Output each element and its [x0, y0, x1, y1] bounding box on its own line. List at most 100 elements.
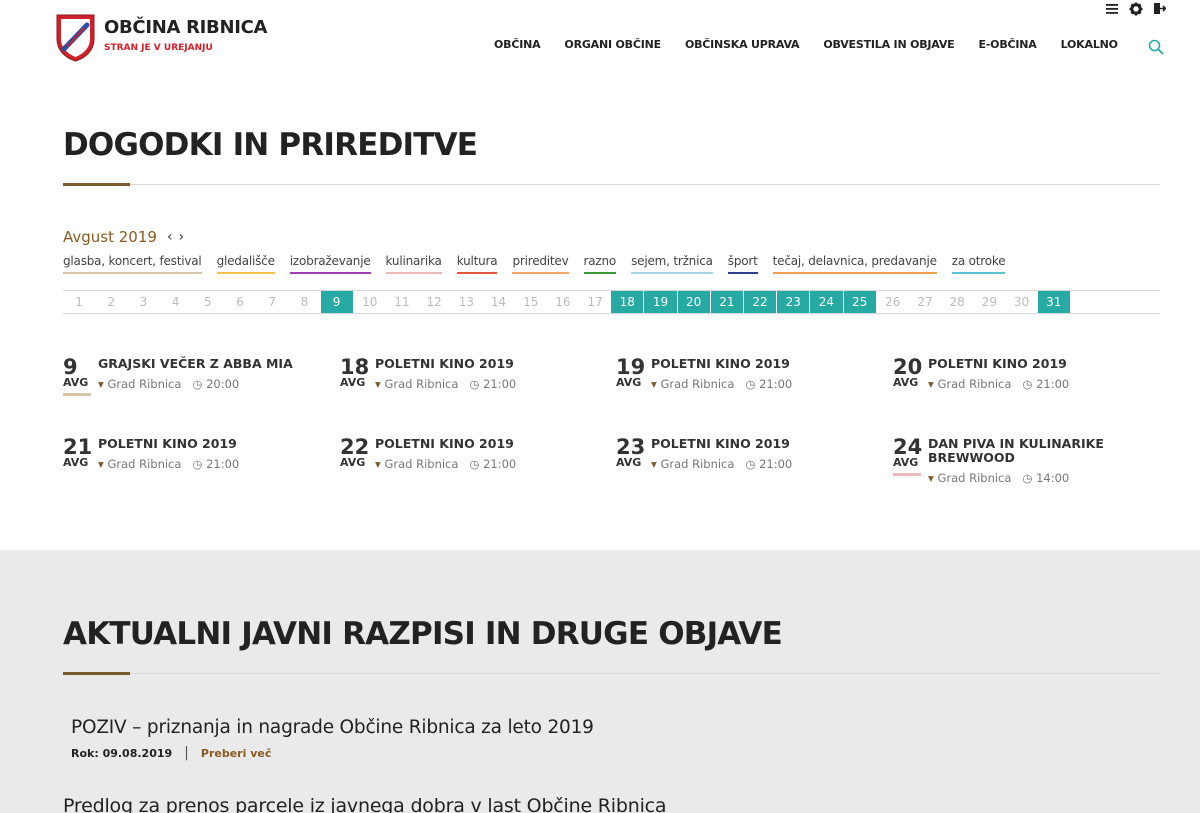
calendar-day: 16 — [555, 295, 571, 309]
event-meta: ▾ Grad Ribnica ◷ 20:00 — [98, 377, 239, 391]
event-title[interactable]: POLETNI KINO 2019 — [98, 437, 318, 451]
coat-of-arms-logo[interactable] — [55, 13, 96, 63]
category-filter[interactable]: za otroke — [951, 254, 1006, 274]
calendar-day[interactable]: 24 — [810, 291, 843, 313]
event-day: 9 — [63, 355, 78, 379]
clock-icon: ◷ — [745, 377, 756, 391]
calendar-day[interactable]: 19 — [644, 291, 677, 313]
calendar-day[interactable]: 21 — [710, 291, 743, 313]
category-filter[interactable]: kulinarika — [385, 254, 442, 274]
category-filter[interactable]: izobraževanje — [289, 254, 371, 274]
map-pin-icon: ▾ — [651, 457, 657, 471]
title-accent-bar — [63, 672, 130, 675]
calendar-day: 12 — [426, 295, 442, 309]
calendar-day[interactable]: 9 — [320, 291, 353, 313]
event-place: Grad Ribnica — [937, 377, 1012, 391]
chevron-left-icon[interactable]: ‹ — [167, 229, 173, 245]
category-filter[interactable]: šport — [727, 254, 758, 274]
category-filter[interactable]: glasba, koncert, festival — [63, 254, 202, 274]
event-date: 24 AVG — [893, 437, 923, 476]
event-meta: ▾ Grad Ribnica ◷ 21:00 — [651, 377, 792, 391]
event-meta: ▾ Grad Ribnica ◷ 21:00 — [375, 457, 516, 471]
calendar-day[interactable]: 25 — [843, 291, 876, 313]
category-filter[interactable]: sejem, tržnica — [631, 254, 713, 274]
calendar-day[interactable]: 18 — [611, 291, 644, 313]
current-month: Avgust 2019 — [63, 228, 157, 246]
clock-icon: ◷ — [469, 377, 480, 391]
category-filter[interactable]: razno — [583, 254, 616, 274]
event-time: 21:00 — [759, 457, 793, 471]
calendar-day: 13 — [458, 295, 474, 309]
event-time: 14:00 — [1036, 471, 1070, 485]
calendar-day: 8 — [300, 295, 309, 309]
clock-icon: ◷ — [1022, 377, 1033, 391]
category-color-bar — [893, 473, 921, 476]
category-filters: glasba, koncert, festival gledališče izobr… — [63, 254, 1006, 274]
event-day: 24 — [893, 435, 923, 459]
calendar-day[interactable]: 22 — [743, 291, 777, 313]
nav-obcinska-uprava[interactable]: OBČINSKA UPRAVA — [673, 38, 811, 51]
category-filter[interactable]: prireditev — [512, 254, 569, 274]
category-color-bar — [63, 393, 91, 396]
notices-section — [0, 550, 1200, 813]
event-title[interactable]: DAN PIVA IN KULINARIKE BREWWOOD — [928, 437, 1148, 465]
read-more-link[interactable]: Preberi več — [201, 747, 271, 760]
event-day: 18 — [340, 355, 370, 379]
calendar-day[interactable]: 31 — [1037, 291, 1070, 313]
map-pin-icon: ▾ — [651, 377, 657, 391]
post-title-link[interactable]: Predlog za prenos parcele iz javnega dob… — [63, 795, 667, 813]
event-place: Grad Ribnica — [384, 377, 459, 391]
event-place: Grad Ribnica — [107, 377, 182, 391]
menu-icon[interactable] — [1105, 2, 1119, 20]
clock-icon: ◷ — [192, 457, 203, 471]
map-pin-icon: ▾ — [375, 377, 381, 391]
event-title[interactable]: POLETNI KINO 2019 — [375, 357, 595, 371]
category-filter[interactable]: kultura — [456, 254, 498, 274]
event-title[interactable]: POLETNI KINO 2019 — [651, 437, 871, 451]
event-meta: ▾ Grad Ribnica ◷ 21:00 — [98, 457, 239, 471]
post-meta: Rok: 09.08.2019 | Preberi več — [71, 745, 271, 761]
calendar-day: 30 — [1013, 295, 1030, 309]
nav-organi-obcine[interactable]: ORGANI OBČINE — [552, 38, 673, 51]
calendar-day: 7 — [268, 295, 277, 309]
nav-obvestila-in-objave[interactable]: OBVESTILA IN OBJAVE — [811, 38, 966, 51]
gear-icon[interactable] — [1129, 2, 1143, 20]
main-nav: OBČINA ORGANI OBČINE OBČINSKA UPRAVA OBV… — [482, 38, 1130, 51]
nav-e-obcina[interactable]: E-OBČINA — [967, 38, 1049, 51]
post-title-link[interactable]: POZIV – priznanja in nagrade Občine Ribn… — [71, 717, 594, 738]
category-filter[interactable]: gledališče — [216, 254, 275, 274]
event-title[interactable]: POLETNI KINO 2019 — [928, 357, 1148, 371]
chevron-right-icon[interactable]: › — [179, 229, 185, 245]
event-place: Grad Ribnica — [937, 471, 1012, 485]
calendar-day[interactable]: 23 — [777, 291, 810, 313]
calendar-day: 10 — [362, 295, 378, 309]
calendar-day: 6 — [236, 295, 244, 309]
event-day: 21 — [63, 435, 93, 459]
event-time: 21:00 — [483, 457, 517, 471]
category-filter[interactable]: tečaj, delavnica, predavanje — [772, 254, 937, 274]
event-time: 20:00 — [206, 377, 240, 391]
calendar-day: 3 — [139, 295, 148, 309]
map-pin-icon: ▾ — [98, 377, 104, 391]
logout-icon[interactable] — [1153, 2, 1167, 20]
calendar-day: 2 — [107, 295, 116, 309]
calendar-day: 14 — [490, 295, 507, 309]
event-date: 20 AVG — [893, 357, 923, 389]
nav-lokalno[interactable]: LOKALNO — [1049, 38, 1130, 51]
event-title[interactable]: POLETNI KINO 2019 — [375, 437, 595, 451]
event-month: AVG — [63, 376, 89, 389]
calendar-day: 28 — [949, 295, 965, 309]
calendar-day: 11 — [394, 295, 410, 309]
search-icon[interactable] — [1148, 39, 1164, 55]
clock-icon: ◷ — [192, 377, 203, 391]
site-title[interactable]: OBČINA RIBNICA — [104, 17, 267, 38]
nav-obcina[interactable]: OBČINA — [482, 38, 552, 51]
calendar-day[interactable]: 20 — [677, 291, 710, 313]
site-subtitle: STRAN JE V UREJANJU — [104, 43, 213, 53]
event-title[interactable]: GRAJSKI VEČER Z ABBA MIA — [98, 357, 318, 371]
event-date: 9 AVG — [63, 357, 93, 396]
clock-icon: ◷ — [469, 457, 480, 471]
event-title[interactable]: POLETNI KINO 2019 — [651, 357, 871, 371]
event-place: Grad Ribnica — [384, 457, 459, 471]
calendar-day: 26 — [885, 295, 901, 309]
